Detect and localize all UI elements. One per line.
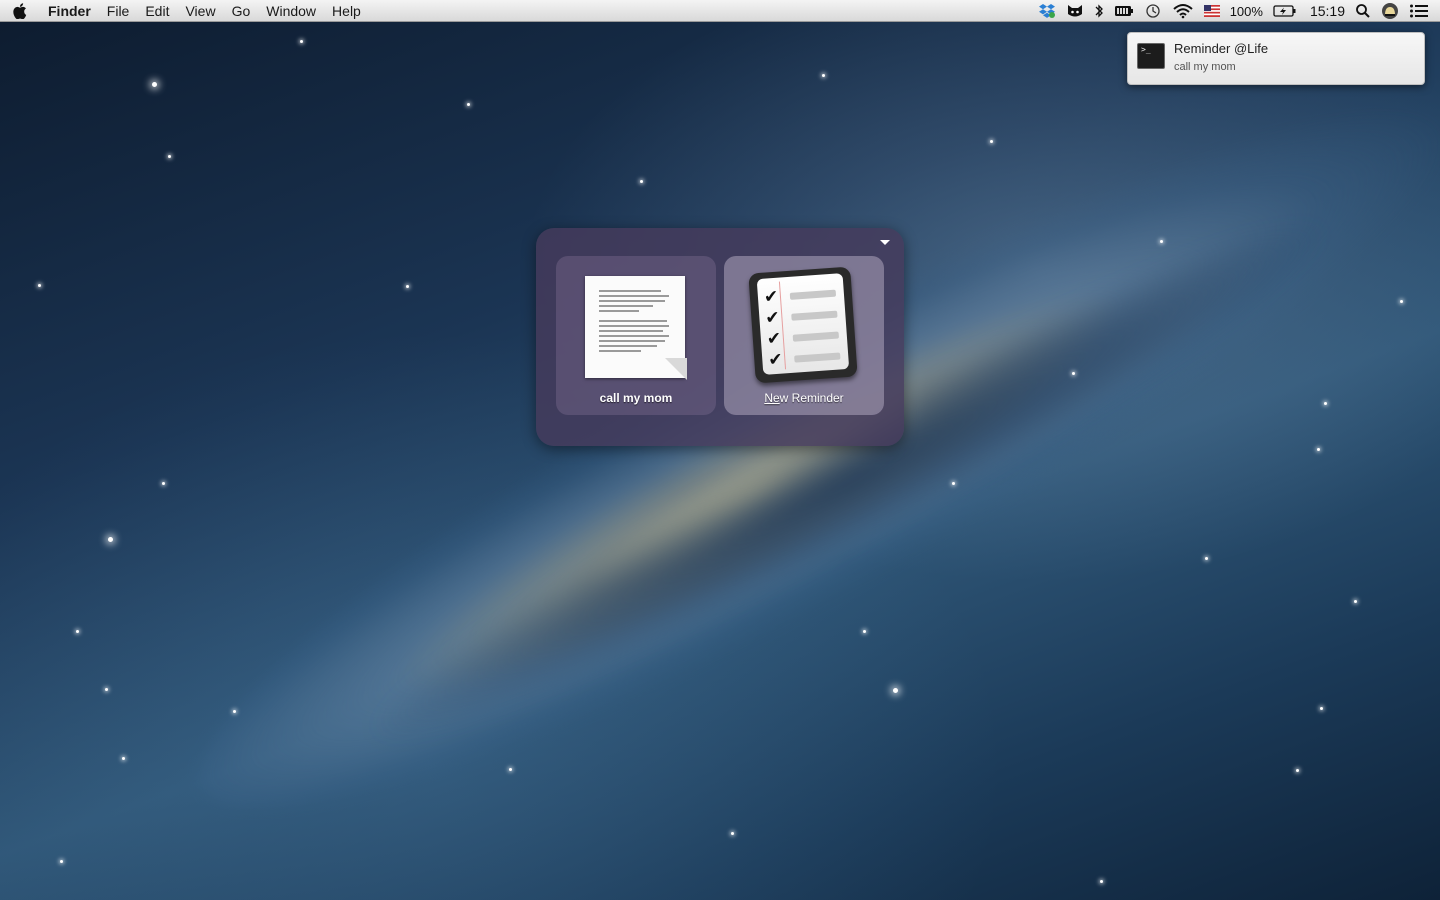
result-tile-new-reminder[interactable]: ✔ ✔ ✔ ✔ New Reminder: [724, 256, 884, 415]
star: [1324, 402, 1327, 405]
star: [300, 40, 303, 43]
result-tile-label: New Reminder: [724, 391, 884, 405]
spotlight-search-icon[interactable]: [1355, 0, 1371, 22]
result-tile-label: call my mom: [599, 391, 673, 405]
star: [105, 688, 108, 691]
star: [168, 155, 171, 158]
dropbox-icon[interactable]: [1038, 0, 1056, 22]
star: [1296, 769, 1299, 772]
star: [952, 482, 955, 485]
launcher-panel: call my mom ✔ ✔ ✔ ✔ New Reminder: [536, 228, 904, 446]
star: [76, 630, 79, 633]
star: [640, 180, 643, 183]
star: [863, 630, 866, 633]
reminders-icon: ✔ ✔ ✔ ✔: [748, 266, 858, 384]
panel-options-dropdown-icon[interactable]: [880, 240, 890, 245]
star: [122, 757, 125, 760]
menu-bar: Finder File Edit View Go Window Help 100…: [0, 0, 1440, 22]
label-mnemonic: Ne: [764, 391, 780, 405]
apple-icon[interactable]: [0, 0, 40, 22]
menu-window[interactable]: Window: [258, 0, 324, 22]
battery-meter-icon[interactable]: [1114, 0, 1134, 22]
star: [233, 710, 236, 713]
wifi-icon[interactable]: [1172, 0, 1194, 22]
star: [1317, 448, 1320, 451]
menu-go[interactable]: Go: [224, 0, 259, 22]
star: [152, 82, 157, 87]
menu-file[interactable]: File: [99, 0, 138, 22]
menu-view[interactable]: View: [177, 0, 223, 22]
notification-body: call my mom: [1174, 61, 1236, 73]
star: [1400, 300, 1403, 303]
notification-title: Reminder @Life: [1174, 41, 1269, 56]
star: [509, 768, 512, 771]
result-tile-call-my-mom[interactable]: call my mom: [556, 256, 716, 415]
star: [162, 482, 165, 485]
star: [406, 285, 409, 288]
star: [1072, 372, 1075, 375]
battery-percent[interactable]: 100%: [1230, 0, 1263, 22]
star: [1160, 240, 1163, 243]
star: [1320, 707, 1323, 710]
notification-banner[interactable]: >_ Reminder @Life call my mom: [1127, 32, 1425, 85]
star: [990, 140, 993, 143]
star: [60, 860, 63, 863]
star: [893, 688, 898, 693]
bluetooth-icon[interactable]: [1094, 0, 1104, 22]
document-icon: [585, 276, 687, 380]
star: [1100, 880, 1103, 883]
clock[interactable]: 15:19: [1310, 0, 1345, 22]
terminal-icon: >_: [1137, 43, 1165, 69]
desktop: [0, 0, 1440, 900]
menu-edit[interactable]: Edit: [137, 0, 177, 22]
cat-icon[interactable]: [1066, 0, 1084, 22]
star: [1205, 557, 1208, 560]
us-flag-icon[interactable]: [1203, 0, 1220, 22]
alfred-hat-icon[interactable]: [1381, 0, 1399, 22]
menu-help[interactable]: Help: [324, 0, 369, 22]
time-machine-icon[interactable]: [1144, 0, 1162, 22]
star: [1354, 600, 1357, 603]
star: [38, 284, 41, 287]
star: [108, 537, 113, 542]
menu-app-name[interactable]: Finder: [40, 0, 99, 22]
star: [731, 832, 734, 835]
star: [467, 103, 470, 106]
label-rest: w Reminder: [779, 391, 844, 405]
star: [822, 74, 825, 77]
battery-icon[interactable]: [1273, 0, 1297, 22]
notification-center-icon[interactable]: [1409, 0, 1429, 22]
